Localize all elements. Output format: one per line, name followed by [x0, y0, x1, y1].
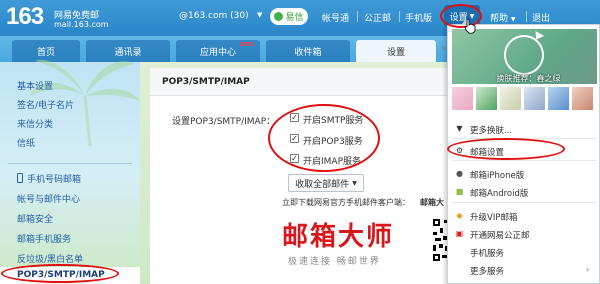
close-icon[interactable]: ✕	[440, 44, 447, 53]
annotation-oval-checkboxes	[268, 104, 380, 172]
apple-icon: ●	[456, 169, 463, 178]
collect-all-mail-select[interactable]: 收取全部邮件 ▼	[288, 174, 364, 192]
page-title: POP3/SMTP/IMAP	[150, 68, 450, 96]
tab-app-center[interactable]: 应用中心 BETA	[176, 40, 260, 62]
divider	[8, 163, 132, 164]
link-mobile[interactable]: 手机版	[405, 11, 432, 24]
sidebar: 基本设置 签名/电子名片 来信分类 信纸 手机号码邮箱 帐号与邮件中心 邮箱安全…	[0, 59, 140, 284]
site-logo[interactable]: 163 网易免费邮 mail.163.com	[6, 3, 109, 30]
skin-thumb[interactable]	[572, 87, 593, 110]
android-icon: ■	[455, 187, 464, 196]
menu-item-mobile-service[interactable]: 手机服务	[470, 247, 504, 259]
divider	[452, 202, 597, 203]
sidebar-item-antispam[interactable]: 反垃圾/黑白名单	[17, 252, 83, 265]
logout-link[interactable]: 退出	[532, 11, 550, 24]
account-name[interactable]: @163.com (30)	[179, 11, 249, 21]
tab-inbox[interactable]: 收件箱	[266, 40, 350, 62]
skin-preview[interactable]: 换肤推荐：春之绿	[452, 29, 597, 84]
annotation-oval-mail-settings	[447, 138, 565, 160]
yixin-label: 易信	[285, 13, 304, 23]
menu-item-more-skins[interactable]: 更多换肤...	[470, 124, 512, 136]
link-notary-mail[interactable]: 公正邮	[364, 11, 391, 24]
logo-number: 163	[6, 3, 44, 30]
phone-icon	[17, 173, 23, 183]
sidebar-item-signature[interactable]: 签名/电子名片	[17, 98, 74, 111]
menu-item-notary-mail[interactable]: 开通网易公正邮	[470, 229, 530, 241]
yixin-icon	[274, 12, 284, 21]
sidebar-item-account-center[interactable]: 帐号与邮件中心	[17, 192, 80, 205]
link-account-pass[interactable]: 帐号通	[322, 11, 349, 24]
sidebar-item-stationery[interactable]: 信纸	[17, 136, 35, 149]
yixin-button[interactable]: 易信	[270, 8, 308, 25]
tab-settings[interactable]: 设置	[356, 40, 436, 62]
field-label: 设置POP3/SMTP/IMAP：	[172, 117, 276, 127]
mail-master-logo[interactable]: 邮箱大师	[282, 216, 394, 253]
vip-icon: ◆	[456, 211, 463, 220]
download-prompt: 立即下载网易官方手机邮件客户端：	[282, 198, 410, 207]
chevron-down-icon: ▼	[352, 179, 357, 187]
help-link[interactable]: 帮助 ▼	[490, 11, 516, 24]
skin-thumb[interactable]	[524, 87, 545, 110]
chevron-down-icon[interactable]: ▼	[257, 11, 262, 19]
divider	[399, 11, 400, 22]
menu-item-iphone[interactable]: 邮箱iPhone版	[470, 169, 524, 181]
skin-thumb[interactable]	[548, 87, 569, 110]
sidebar-item-phone-mailbox[interactable]: 手机号码邮箱	[27, 172, 81, 185]
sidebar-item-mobile-service[interactable]: 邮箱手机服务	[17, 232, 71, 245]
chevron-right-icon: ›	[586, 265, 590, 274]
help-label: 帮助	[490, 14, 509, 24]
mail-master-slogan: 极速连接 畅邮世界	[288, 257, 381, 267]
logo-domain: mail.163.com	[54, 20, 109, 29]
settings-panel: POP3/SMTP/IMAP 设置POP3/SMTP/IMAP： ✓ 开启SMT…	[150, 68, 450, 284]
collect-label: 收取全部邮件	[295, 179, 350, 190]
divider	[452, 160, 597, 161]
menu-item-more-services[interactable]: 更多服务	[470, 265, 504, 277]
download-app-name[interactable]: 邮箱大	[420, 197, 444, 208]
skin-thumb[interactable]	[500, 87, 521, 110]
menu-item-android[interactable]: 邮箱Android版	[470, 187, 528, 199]
sidebar-item-security[interactable]: 邮箱安全	[17, 212, 53, 225]
sidebar-item-basic[interactable]: 基本设置	[17, 79, 53, 92]
tab-label: 应用中心	[199, 47, 236, 58]
annotation-oval-sidebar	[1, 264, 119, 283]
skin-thumb[interactable]	[452, 87, 473, 110]
menu-item-upgrade-vip[interactable]: 升级VIP邮箱	[470, 211, 517, 223]
hand-cursor-icon	[464, 18, 476, 34]
skin-thumb[interactable]	[476, 87, 497, 110]
divider	[357, 11, 358, 22]
chevron-down-icon: ▼	[510, 16, 516, 23]
skin-caption: 换肤推荐：春之绿	[496, 74, 561, 83]
divider	[526, 11, 527, 22]
sidebar-item-filters[interactable]: 来信分类	[17, 117, 53, 130]
tshirt-icon: ▼	[456, 124, 463, 133]
notary-icon: ▣	[455, 229, 464, 238]
beta-badge: BETA	[239, 42, 254, 48]
